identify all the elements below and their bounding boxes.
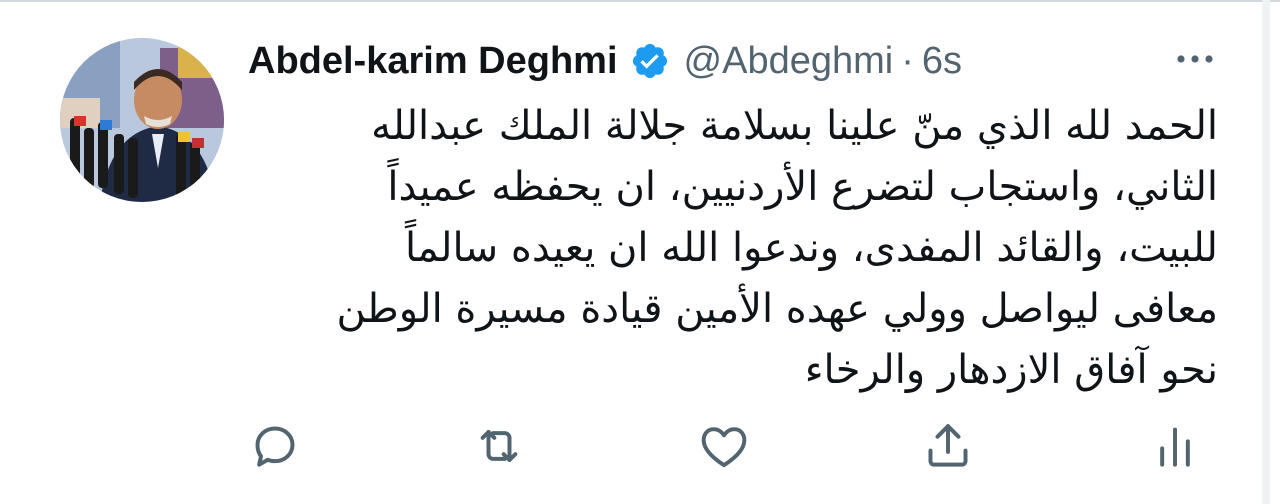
more-options-icon[interactable] bbox=[1170, 44, 1220, 74]
tweet-actions bbox=[0, 418, 1280, 478]
tweet-text: الحمد لله الذي منّ علينا بسلامة جلالة ال… bbox=[250, 96, 1218, 401]
top-divider bbox=[0, 0, 1280, 2]
reply-button[interactable] bbox=[247, 418, 303, 474]
reply-icon bbox=[255, 426, 295, 467]
separator-dot: · bbox=[901, 39, 914, 82]
tweet-header: Abdel-karim Deghmi @Abdeghmi · 6s bbox=[248, 36, 962, 86]
tweet-text-line: نحو آفاق الازدهار والرخاء bbox=[804, 347, 1218, 393]
share-button[interactable] bbox=[920, 418, 976, 474]
author-name[interactable]: Abdel-karim Deghmi bbox=[248, 40, 618, 83]
share-icon bbox=[928, 424, 968, 467]
verified-badge-icon bbox=[630, 41, 670, 81]
tweet-text-line: الحمد لله الذي منّ علينا بسلامة جلالة ال… bbox=[371, 103, 1218, 149]
tweet-timestamp[interactable]: 6s bbox=[922, 40, 962, 83]
retweet-button[interactable] bbox=[471, 418, 527, 474]
analytics-icon bbox=[1160, 427, 1190, 467]
tweet-text-line: معافى ليواصل وولي عهده الأمين قيادة مسير… bbox=[336, 286, 1218, 332]
retweet-icon bbox=[480, 430, 518, 462]
tweet-text-line: الثاني، واستجاب لتضرع الأردنيين، ان يحفظ… bbox=[387, 164, 1218, 210]
author-handle[interactable]: @Abdeghmi bbox=[684, 40, 894, 83]
heart-icon bbox=[701, 427, 747, 468]
like-button[interactable] bbox=[696, 418, 752, 474]
avatar[interactable] bbox=[60, 38, 224, 202]
avatar-photo bbox=[60, 38, 224, 202]
analytics-button[interactable] bbox=[1147, 418, 1203, 474]
tweet-text-line: للبيت، والقائد المفدى، وندعوا الله ان يع… bbox=[404, 225, 1218, 271]
